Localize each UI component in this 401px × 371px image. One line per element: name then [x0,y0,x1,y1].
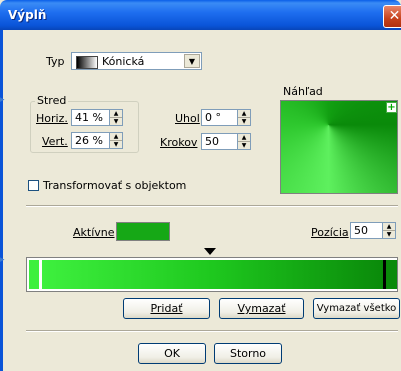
center-group-label: Stred [35,94,69,107]
close-button[interactable]: ✕ [383,5,401,28]
ok-button[interactable]: OK [138,343,206,364]
ok-button-label: OK [164,347,180,360]
position-field[interactable]: 50 [350,222,383,239]
horiz-label: Horiz. [36,112,68,125]
add-button[interactable]: Pridať [123,298,210,319]
preview-label: Náhľad [283,85,323,98]
active-label: Aktívne [73,226,115,239]
vert-value: 26 % [75,134,103,147]
spin-up-icon[interactable]: ▲ [238,134,250,142]
type-dropdown[interactable]: Kónická ▼ [71,52,202,70]
title-bar[interactable]: Výplň ✕ [0,0,401,30]
angle-field[interactable]: 0 ° [201,109,238,126]
preview-swatch: + [280,100,398,194]
active-color-swatch[interactable] [116,222,170,241]
angle-label: Uhol [175,112,200,125]
spin-up-icon[interactable]: ▲ [238,110,250,118]
horiz-value: 41 % [75,111,103,124]
delete-all-button-label: Vymazať všetko [316,303,397,314]
steps-stepper[interactable]: ▲ ▼ [237,133,251,150]
spin-down-icon[interactable]: ▼ [383,231,395,238]
angle-stepper[interactable]: ▲ ▼ [237,109,251,126]
position-stepper[interactable]: ▲ ▼ [382,222,396,239]
spin-down-icon[interactable]: ▼ [110,141,122,148]
cancel-button-label: Storno [229,347,267,360]
spin-down-icon[interactable]: ▼ [238,142,250,149]
horiz-field[interactable]: 41 % [71,109,110,126]
gradient-fill [42,260,383,289]
conical-gradient-icon [76,56,98,69]
transform-label: Transformovať s objektom [43,179,187,192]
transform-checkbox[interactable] [28,180,39,191]
cancel-button[interactable]: Storno [214,343,282,364]
separator [26,205,398,207]
vert-label: Vert. [42,135,68,148]
gradient-stop-marker[interactable] [204,248,216,255]
type-label: Typ [46,55,65,68]
gradient-bar[interactable] [26,257,398,292]
spin-up-icon[interactable]: ▲ [383,223,395,231]
window-left-border [0,30,3,371]
horiz-stepper[interactable]: ▲ ▼ [109,109,123,126]
add-glyph: + [387,102,396,113]
separator [26,330,398,332]
position-value: 50 [354,224,368,237]
position-label: Pozícia [311,226,349,239]
close-icon: ✕ [388,8,401,24]
add-button-label: Pridať [150,302,183,315]
angle-value: 0 ° [205,111,221,124]
type-selected-value: Kónická [102,55,145,68]
delete-all-button[interactable]: Vymazať všetko [313,298,400,319]
delete-button[interactable]: Vymazať [219,298,304,319]
add-icon[interactable]: + [386,102,397,113]
window-title: Výplň [8,8,47,22]
steps-field[interactable]: 50 [201,133,238,150]
vert-stepper[interactable]: ▲ ▼ [109,132,123,149]
edge-marker-icon: ▸ [0,255,5,265]
spin-up-icon[interactable]: ▲ [110,110,122,118]
spin-up-icon[interactable]: ▲ [110,133,122,141]
fill-dialog: Výplň ✕ ▸ ▸ Typ Kónická ▼ Stred Horiz. 4… [0,0,401,371]
spin-down-icon[interactable]: ▼ [110,118,122,125]
vert-field[interactable]: 26 % [71,132,110,149]
chevron-down-icon[interactable]: ▼ [184,54,200,68]
edge-marker-icon: ▸ [0,95,5,105]
delete-button-label: Vymazať [237,302,286,315]
steps-value: 50 [205,135,219,148]
spin-down-icon[interactable]: ▼ [238,118,250,125]
steps-label: Krokov [160,136,198,149]
gradient-start-stop[interactable] [29,260,39,289]
gradient-end-stop[interactable] [386,260,397,289]
